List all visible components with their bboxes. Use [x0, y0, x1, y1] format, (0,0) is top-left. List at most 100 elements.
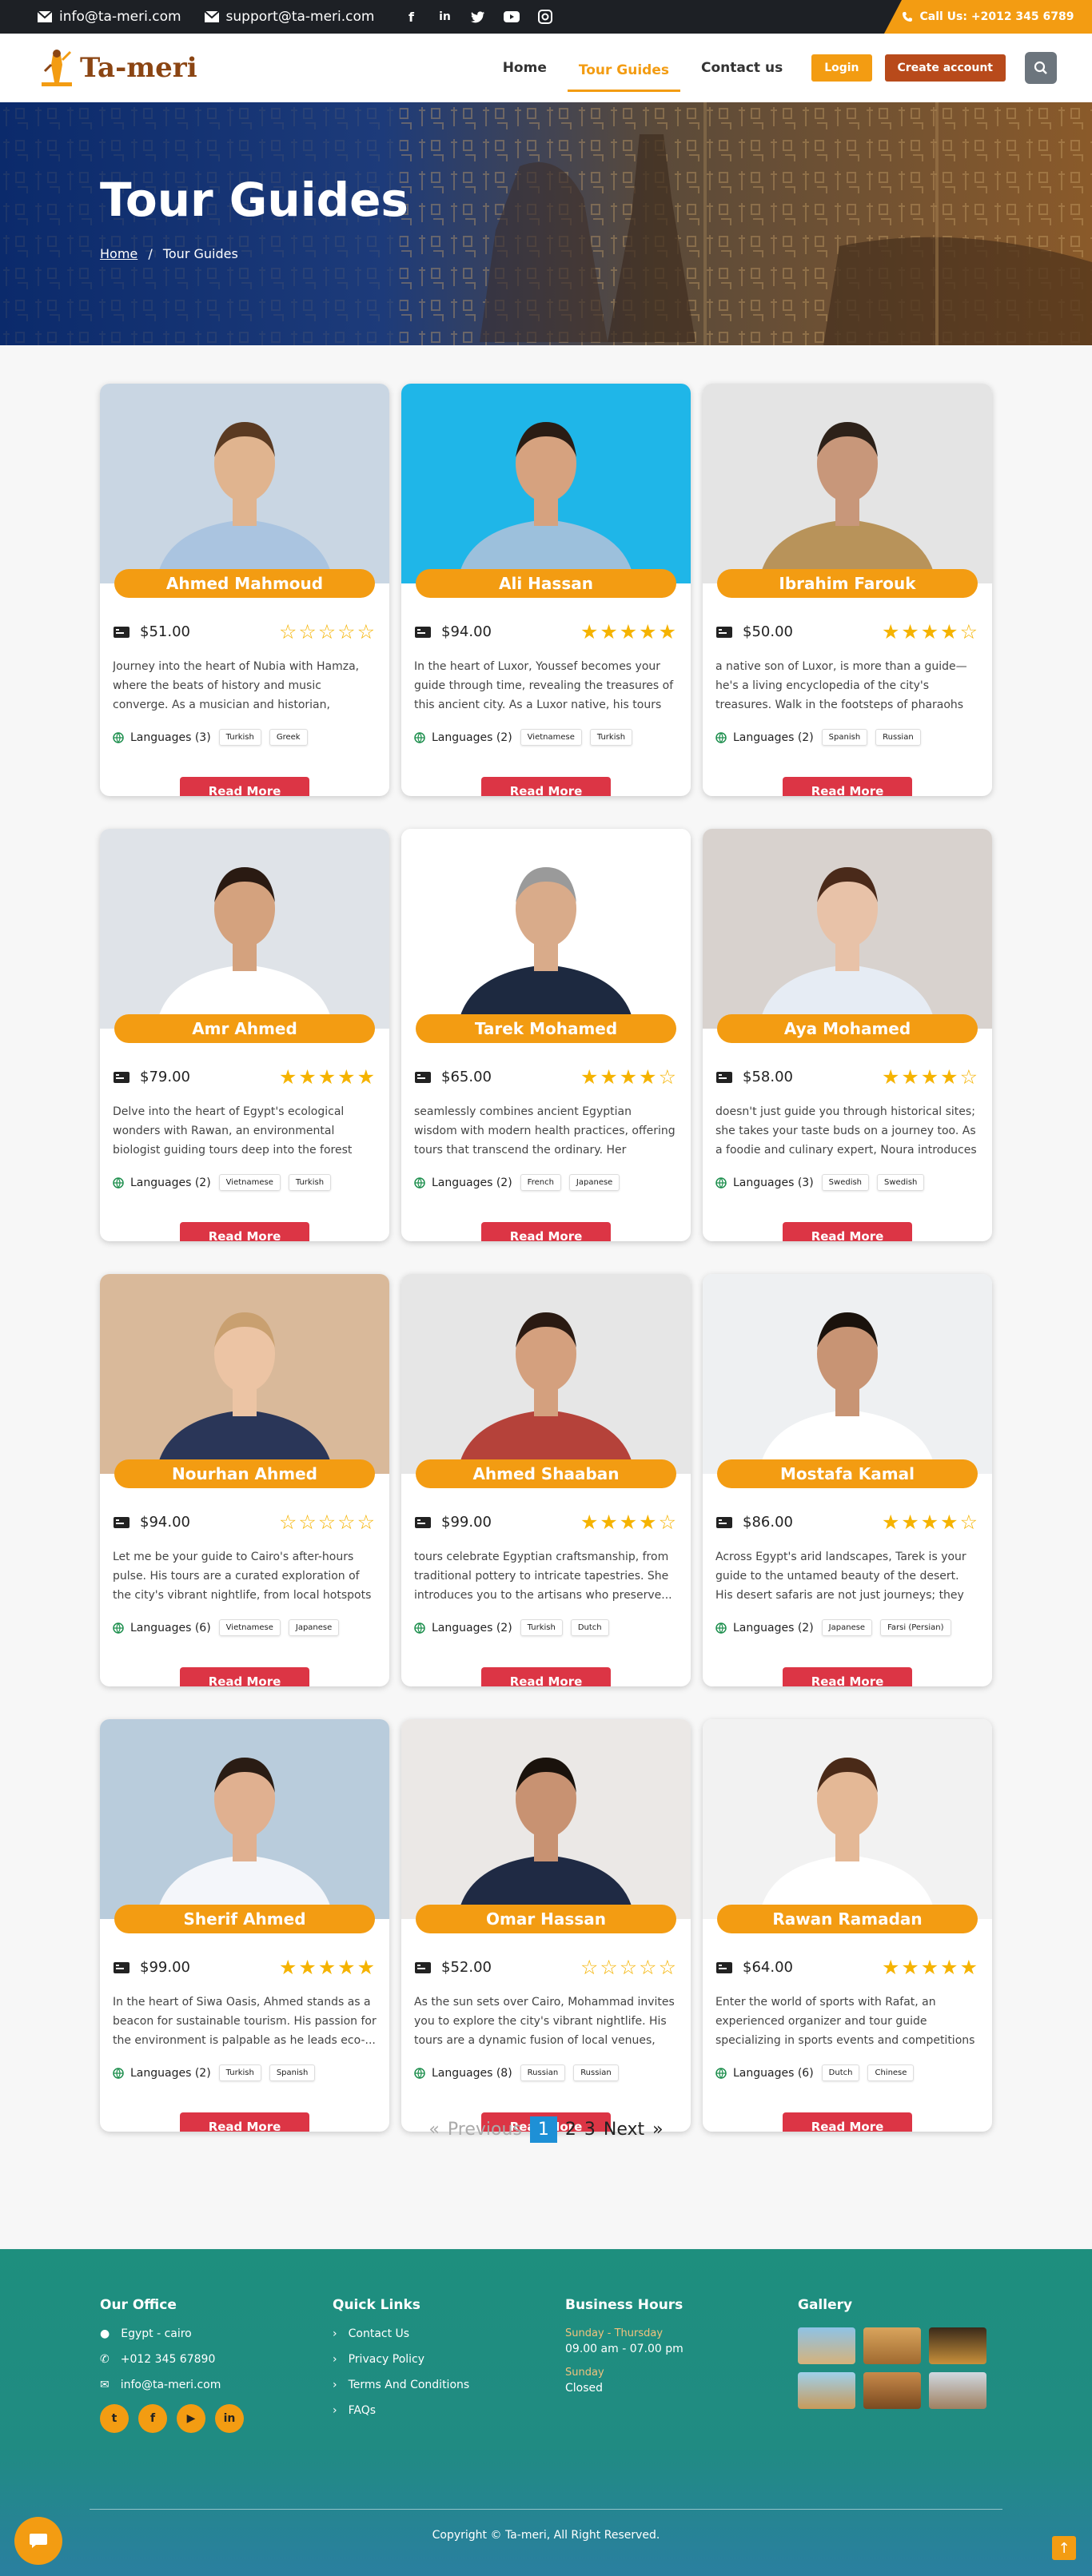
guide-card[interactable]: Nourhan Ahmed $94.00 ☆☆☆☆☆ Let me be you…: [100, 1274, 389, 1686]
footer-email[interactable]: ✉ info@ta-meri.com: [100, 2379, 244, 2391]
pagination-page-3[interactable]: 3: [584, 2120, 596, 2140]
language-chip: Turkish: [520, 1619, 563, 1636]
social-links: f in: [403, 9, 553, 25]
languages-count: Languages (2): [733, 1621, 814, 1634]
guide-photo: [401, 829, 691, 1029]
twitter-icon[interactable]: [470, 9, 486, 25]
language-chip: Dutch: [570, 1619, 609, 1636]
read-more-button[interactable]: Read More: [180, 777, 309, 796]
nav-contact[interactable]: Contact us: [690, 54, 794, 82]
guide-price-row: $52.00 ☆☆☆☆☆: [414, 1956, 678, 1979]
guide-card[interactable]: Ibrahim Farouk $50.00 ★★★★☆ a native son…: [703, 384, 992, 796]
hours-time-2: Closed: [565, 2382, 604, 2395]
language-chip: Turkish: [288, 1174, 332, 1191]
language-chip: Spanish: [269, 2064, 316, 2081]
money-icon: [114, 1071, 130, 1083]
logo[interactable]: Ta-meri: [38, 47, 197, 89]
money-icon: [415, 626, 431, 638]
money-icon: [114, 626, 130, 638]
guide-price-row: $94.00 ★★★★★: [414, 620, 678, 643]
nav-home[interactable]: Home: [492, 54, 558, 82]
guide-card[interactable]: Tarek Mohamed $65.00 ★★★★☆ seamlessly co…: [401, 829, 691, 1241]
guide-card[interactable]: Rawan Ramadan $64.00 ★★★★★ Enter the wor…: [703, 1719, 992, 2132]
guide-photo: [401, 1719, 691, 1919]
instagram-icon[interactable]: [537, 9, 553, 25]
footer-link[interactable]: › Terms And Conditions: [333, 2379, 469, 2391]
read-more-button[interactable]: Read More: [783, 777, 912, 796]
twitter-icon[interactable]: t: [100, 2404, 129, 2433]
gallery-image[interactable]: [929, 2327, 986, 2364]
facebook-icon[interactable]: f: [138, 2404, 167, 2433]
breadcrumb-separator: /: [148, 246, 153, 261]
footer-link[interactable]: › FAQs: [333, 2404, 469, 2417]
read-more-button[interactable]: Read More: [180, 1222, 309, 1241]
guide-description: Let me be your guide to Cairo's after-ho…: [113, 1551, 372, 1602]
search-button[interactable]: [1025, 52, 1057, 84]
guide-card[interactable]: Ahmed Shaaban $99.00 ★★★★☆ tours celebra…: [401, 1274, 691, 1686]
guide-name: Aya Mohamed: [717, 1014, 978, 1043]
gallery-image[interactable]: [929, 2372, 986, 2409]
guide-price: $50.00: [743, 623, 793, 640]
languages-count: Languages (2): [432, 1621, 512, 1634]
guide-name: Omar Hassan: [416, 1905, 676, 1933]
footer-phone[interactable]: ✆ +012 345 67890: [100, 2353, 244, 2366]
guide-card[interactable]: Aya Mohamed $58.00 ★★★★☆ doesn't just gu…: [703, 829, 992, 1241]
youtube-icon[interactable]: [504, 9, 520, 25]
gallery-image[interactable]: [798, 2327, 855, 2364]
guide-card[interactable]: Omar Hassan $52.00 ☆☆☆☆☆ As the sun sets…: [401, 1719, 691, 2132]
chat-button[interactable]: [14, 2517, 62, 2565]
map-pin-icon: ●: [100, 2327, 110, 2340]
money-icon: [415, 1071, 431, 1083]
linkedin-icon[interactable]: in: [436, 9, 452, 25]
footer-link[interactable]: › Privacy Policy: [333, 2353, 469, 2366]
guide-card[interactable]: Sherif Ahmed $99.00 ★★★★★ In the heart o…: [100, 1719, 389, 2132]
guide-portrait: [100, 1274, 389, 1474]
guide-card[interactable]: Mostafa Kamal $86.00 ★★★★☆ Across Egypt'…: [703, 1274, 992, 1686]
guide-rating-stars: ☆☆☆☆☆: [278, 620, 377, 643]
guide-card[interactable]: Ali Hassan $94.00 ★★★★★ In the heart of …: [401, 384, 691, 796]
gallery-grid: [798, 2327, 986, 2409]
gallery-image[interactable]: [798, 2372, 855, 2409]
pagination-next[interactable]: Next: [604, 2120, 644, 2140]
languages-count: Languages (3): [130, 731, 211, 744]
guide-card[interactable]: Amr Ahmed $79.00 ★★★★★ Delve into the he…: [100, 829, 389, 1241]
gallery-image[interactable]: [863, 2327, 921, 2364]
read-more-button[interactable]: Read More: [481, 1222, 611, 1241]
breadcrumb-home[interactable]: Home: [100, 246, 137, 261]
search-icon: [1034, 61, 1047, 74]
guide-price-row: $94.00 ☆☆☆☆☆: [113, 1511, 377, 1534]
login-button[interactable]: Login: [811, 54, 872, 82]
gallery-image[interactable]: [863, 2372, 921, 2409]
guide-description: a native son of Luxor, is more than a gu…: [715, 660, 967, 711]
call-us-banner[interactable]: Call Us: +2012 345 6789: [884, 0, 1092, 34]
language-chip: Japanese: [821, 1619, 873, 1636]
pagination-previous[interactable]: Previous: [448, 2120, 522, 2140]
read-more-button[interactable]: Read More: [783, 1222, 912, 1241]
guide-rating-stars: ★★★★★: [881, 1956, 979, 1979]
back-to-top-button[interactable]: ↑: [1052, 2536, 1076, 2560]
linkedin-icon[interactable]: in: [215, 2404, 244, 2433]
footer-link[interactable]: › Contact Us: [333, 2327, 469, 2340]
nav-tour-guides[interactable]: Tour Guides: [567, 56, 680, 92]
read-more-button[interactable]: Read More: [180, 1667, 309, 1686]
guide-photo: [401, 1274, 691, 1474]
email-contact-2[interactable]: support@ta-meri.com: [203, 9, 374, 25]
pagination-prev-arrow[interactable]: «: [428, 2120, 439, 2140]
pagination-page-2[interactable]: 2: [565, 2120, 576, 2140]
read-more-button[interactable]: Read More: [783, 1667, 912, 1686]
guide-card[interactable]: Ahmed Mahmoud $51.00 ☆☆☆☆☆ Journey into …: [100, 384, 389, 796]
pagination-next-arrow[interactable]: »: [652, 2120, 663, 2140]
guide-photo: [100, 1274, 389, 1474]
guide-portrait: [703, 1274, 992, 1474]
facebook-icon[interactable]: f: [403, 9, 419, 25]
read-more-button[interactable]: Read More: [481, 777, 611, 796]
guide-languages: Languages (2) Japanese Farsi (Persian): [715, 1619, 979, 1636]
create-account-button[interactable]: Create account: [884, 54, 1006, 82]
guide-description: Across Egypt's arid landscapes, Tarek is…: [715, 1551, 966, 1602]
youtube-icon[interactable]: ▶: [177, 2404, 205, 2433]
read-more-button[interactable]: Read More: [481, 1667, 611, 1686]
pagination-page-1[interactable]: 1: [529, 2116, 557, 2143]
email-contact-1[interactable]: info@ta-meri.com: [37, 9, 181, 25]
globe-icon: [715, 1177, 727, 1188]
phone-icon: [903, 12, 913, 22]
